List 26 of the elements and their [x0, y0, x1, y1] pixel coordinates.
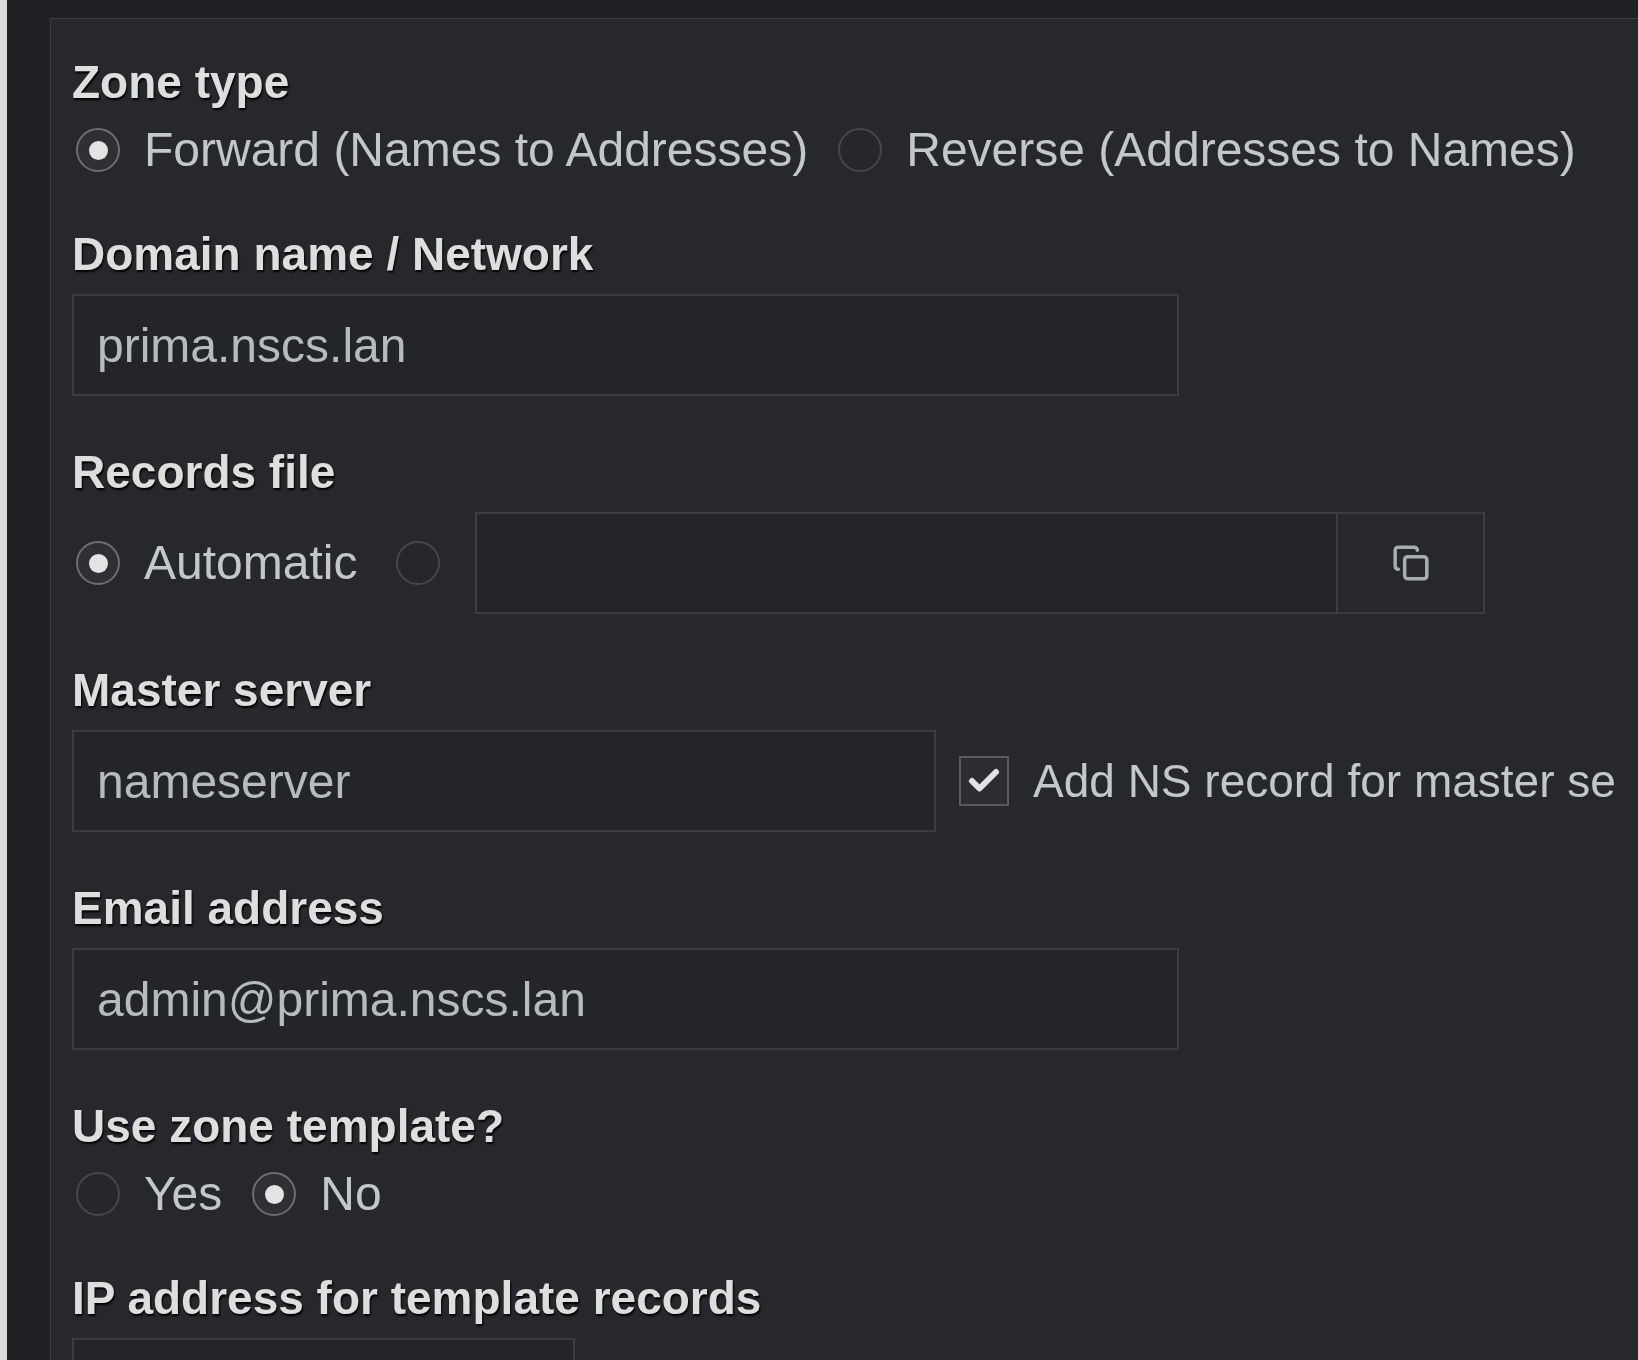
radio-button[interactable]: [396, 541, 441, 585]
text-field[interactable]: admin@prima.nscs.lan: [72, 948, 1179, 1050]
field-label: Use zone template?: [72, 1100, 505, 1152]
field-label: IP address for template records: [72, 1272, 763, 1324]
checkbox-label[interactable]: Add NS record for master se: [1033, 753, 1616, 809]
browse-button[interactable]: [1338, 512, 1486, 614]
text-field[interactable]: nameserver: [72, 730, 936, 832]
checkbox[interactable]: [959, 756, 1009, 806]
radio-button[interactable]: [252, 1172, 297, 1216]
radio-label[interactable]: No: [320, 1166, 382, 1222]
radio-label[interactable]: Forward (Names to Addresses): [144, 122, 809, 178]
text-field[interactable]: prima.nscs.lan: [72, 294, 1179, 396]
radio-label[interactable]: Automatic: [144, 535, 358, 591]
field-label: Email address: [72, 882, 385, 934]
radio-label[interactable]: Reverse (Addresses to Names): [906, 122, 1576, 178]
radio-button[interactable]: [838, 128, 883, 172]
radio-label[interactable]: Yes: [144, 1166, 223, 1222]
field-label: Zone type: [72, 56, 291, 108]
field-label: Master server: [72, 664, 373, 716]
copy-icon: [1391, 544, 1430, 582]
radio-button[interactable]: [76, 541, 120, 585]
radio-button[interactable]: [76, 1172, 120, 1216]
file-path-field[interactable]: [475, 512, 1339, 614]
field-label: Records file: [72, 446, 337, 498]
radio-button[interactable]: [76, 128, 120, 172]
field-label: Domain name / Network: [72, 228, 595, 280]
